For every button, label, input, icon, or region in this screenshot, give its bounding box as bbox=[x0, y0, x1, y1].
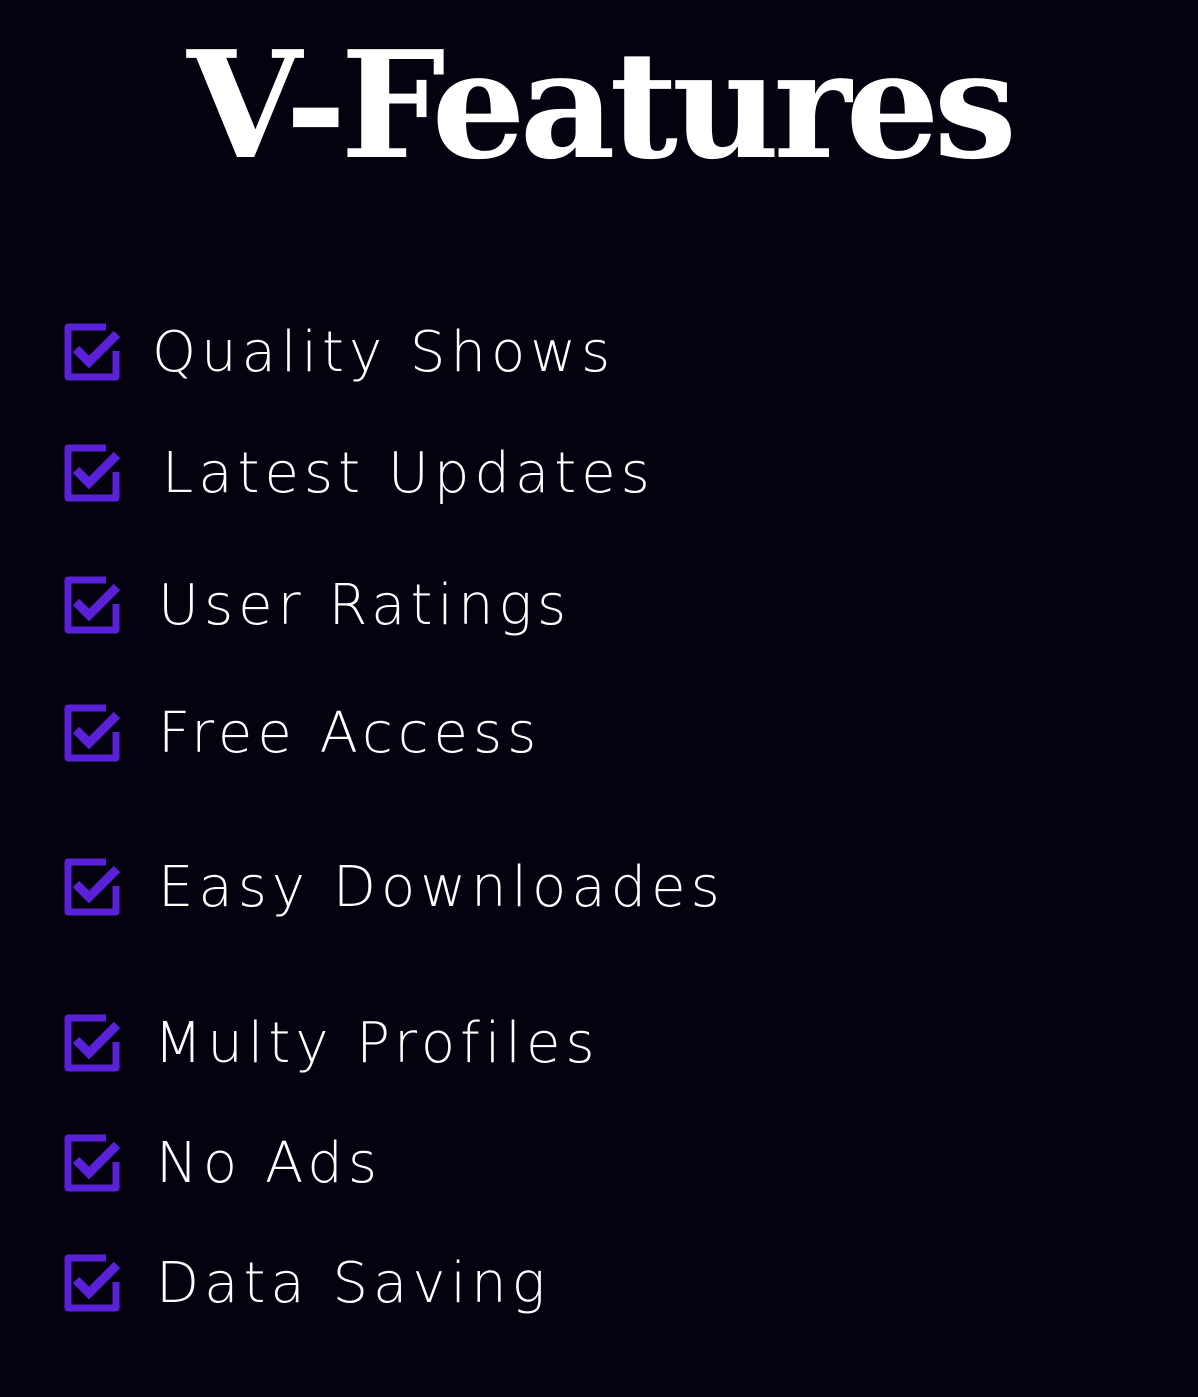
feature-item: Multy Profiles bbox=[62, 1008, 600, 1078]
checkbox-checked-icon bbox=[64, 444, 121, 502]
feature-item: User Ratings bbox=[62, 570, 571, 640]
page-title: V-Features bbox=[187, 18, 1017, 192]
feature-item: Easy Downloades bbox=[62, 852, 725, 922]
feature-label: Free Access bbox=[158, 700, 542, 766]
feature-label: No Ads bbox=[156, 1130, 382, 1196]
checkbox-checked-icon bbox=[64, 1254, 121, 1312]
feature-item: Free Access bbox=[62, 698, 541, 768]
feature-label: Latest Updates bbox=[162, 440, 655, 506]
checkbox-checked-icon bbox=[64, 704, 121, 762]
feature-label: Quality Shows bbox=[152, 319, 616, 385]
checkbox-checked-icon bbox=[64, 1134, 121, 1192]
feature-item: Latest Updates bbox=[62, 438, 655, 508]
feature-label: Data Saving bbox=[156, 1250, 551, 1316]
checkbox-checked-icon bbox=[64, 323, 121, 381]
feature-item: No Ads bbox=[62, 1128, 382, 1198]
checkbox-checked-icon bbox=[64, 1014, 121, 1072]
feature-label: Easy Downloades bbox=[158, 854, 725, 920]
feature-label: Multy Profiles bbox=[154, 1010, 600, 1076]
checkbox-checked-icon bbox=[64, 858, 121, 916]
feature-item: Data Saving bbox=[62, 1248, 550, 1318]
feature-label: User Ratings bbox=[158, 572, 572, 638]
checkbox-checked-icon bbox=[64, 576, 121, 634]
feature-item: Quality Shows bbox=[62, 317, 615, 387]
